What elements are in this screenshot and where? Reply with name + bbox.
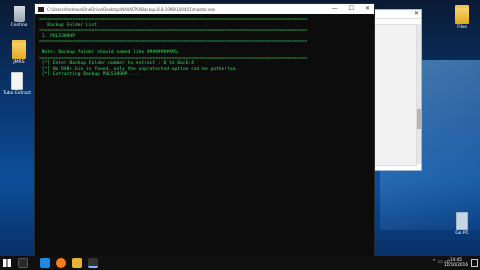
- console-taskbar-icon[interactable]: [88, 258, 98, 268]
- desktop-icon-files[interactable]: Files: [448, 5, 476, 30]
- desktop-icon-label: JMRS: [13, 60, 25, 65]
- desktop-icon-folder-jmrs[interactable]: JMRS: [5, 40, 33, 65]
- desktop-icon-recycle-bin[interactable]: Cestino: [5, 6, 33, 28]
- console-output[interactable]: ========================================…: [35, 14, 374, 81]
- edge-browser-icon[interactable]: [40, 258, 50, 268]
- search-icon[interactable]: [18, 258, 28, 268]
- console-app-icon: [38, 6, 44, 12]
- minimize-button[interactable]: —: [332, 4, 338, 14]
- folder-icon: [455, 5, 469, 24]
- taskbar: ^ ▭ ◁) 14:45 11/10/2016: [0, 256, 480, 270]
- clock[interactable]: 14:45 11/10/2016: [444, 257, 468, 267]
- desktop-icon-label: Files: [457, 25, 467, 30]
- desktop-icon-label: Go PC: [455, 231, 469, 236]
- console-titlebar[interactable]: C:\Users\Andreea\OneDrive\Desktop\NAVACP…: [35, 4, 374, 14]
- close-button[interactable]: ✕: [365, 4, 370, 14]
- scrollbar[interactable]: [417, 24, 421, 164]
- console-window[interactable]: C:\Users\Andreea\OneDrive\Desktop\NAVACP…: [34, 3, 375, 257]
- notification-icon[interactable]: [471, 259, 478, 267]
- start-windows-icon[interactable]: [3, 259, 11, 267]
- status-line: [*] Extracting Backup PUL5309HP ...: [39, 72, 139, 78]
- close-icon[interactable]: ✕: [414, 10, 419, 17]
- desktop-icon-label: Tubo Extract: [3, 91, 32, 96]
- document-icon: [456, 212, 468, 230]
- desktop-icon-label: Cestino: [10, 23, 28, 28]
- clock-date: 11/10/2016: [443, 262, 468, 267]
- console-title: C:\Users\Andreea\OneDrive\Desktop\NAVACP…: [47, 6, 216, 12]
- desktop-icon-tubo-extract[interactable]: Tubo Extract: [3, 72, 31, 96]
- document-icon: [11, 72, 23, 90]
- file-explorer-icon[interactable]: [72, 258, 82, 268]
- desktop-icon-go-pc[interactable]: Go PC: [448, 212, 476, 236]
- recycle-bin-icon: [13, 6, 25, 22]
- firefox-icon[interactable]: [56, 258, 66, 268]
- maximize-button[interactable]: ☐: [349, 4, 354, 14]
- folder-icon: [12, 40, 26, 59]
- background-window-content: [373, 24, 417, 166]
